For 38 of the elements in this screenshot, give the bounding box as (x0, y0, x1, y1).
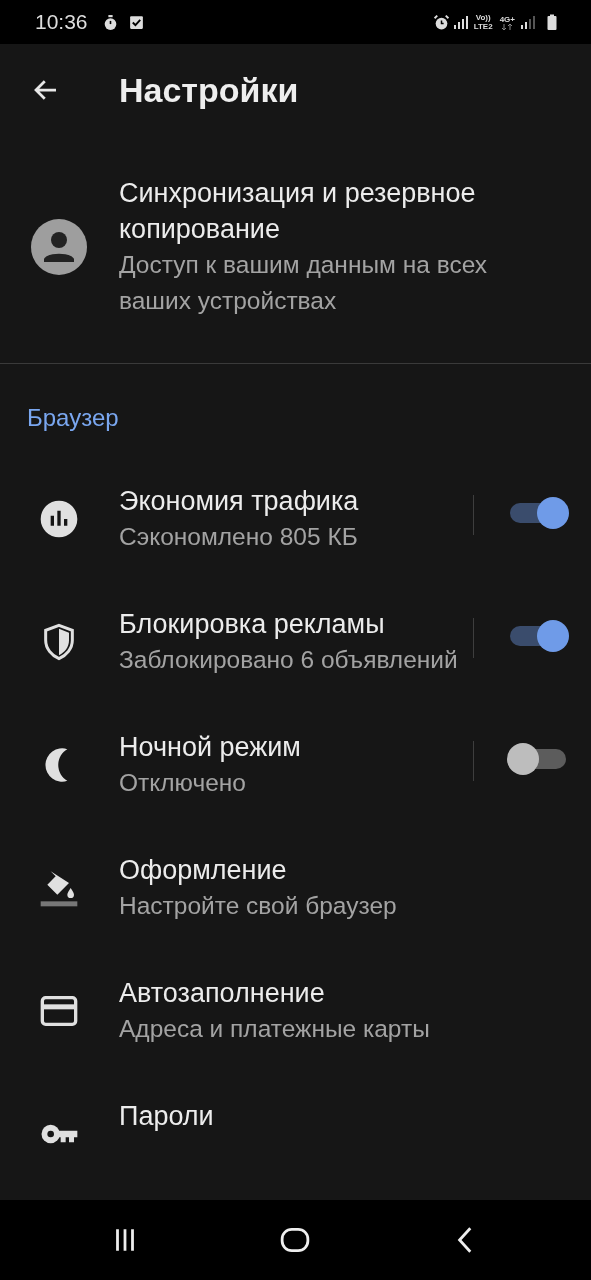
item-title: Ночной режим (119, 731, 302, 764)
toggle-switch[interactable] (510, 743, 566, 775)
bar-chart-icon (38, 499, 79, 539)
network-label: 4G+ (499, 14, 515, 24)
signal-icon (452, 14, 469, 30)
battery-icon (547, 13, 557, 31)
settings-item[interactable]: Автозаполнение Адреса и платежные карты (0, 950, 591, 1073)
item-title: Автозаполнение (119, 977, 326, 1010)
signal-icon (520, 14, 536, 30)
section-header: Браузер (26, 403, 120, 433)
toggle-switch[interactable] (510, 620, 566, 652)
lte-label: LTE2 (473, 22, 493, 31)
avatar-icon (31, 219, 87, 275)
checkbox-icon (127, 13, 145, 31)
item-subtitle: Сэкономлено 805 КБ (119, 522, 359, 552)
settings-item[interactable]: Ночной режим Отключено (0, 704, 591, 827)
alarm-icon (432, 13, 450, 31)
settings-item[interactable]: Экономия трафика Сэкономлено 805 КБ (0, 458, 591, 581)
settings-item[interactable]: Оформление Настройте свой браузер (0, 827, 591, 950)
page-title: Настройки (119, 70, 299, 110)
toggle-switch[interactable] (510, 497, 566, 529)
home-icon[interactable] (280, 1225, 311, 1255)
clock: 10:36 (35, 10, 88, 34)
item-subtitle: Заблокировано 6 объявлений (119, 645, 459, 675)
data-arrows-icon (501, 23, 514, 30)
settings-item[interactable]: Пароли (0, 1073, 591, 1196)
item-title: Оформление (119, 854, 288, 887)
sync-title: Синхронизация и резервное копирование (119, 177, 477, 246)
settings-item[interactable]: Блокировка рекламы Заблокировано 6 объявлений (0, 581, 591, 704)
item-subtitle: Адреса и платежные карты (119, 1014, 431, 1044)
item-subtitle: Настройте свой браузер (119, 891, 398, 921)
sync-row[interactable]: Синхронизация и резервное копирование Доступ к вашим данным на всех ваших устройствах (0, 136, 591, 363)
item-title: Блокировка рекламы (119, 608, 386, 641)
item-title: Экономия трафика (119, 485, 360, 518)
item-subtitle: Отключено (119, 768, 247, 798)
sync-subtitle: Доступ к вашим данным на всех ваших устройствах (119, 250, 488, 316)
item-title: Пароли (119, 1100, 215, 1133)
volte-label: Vo)) (475, 13, 491, 22)
